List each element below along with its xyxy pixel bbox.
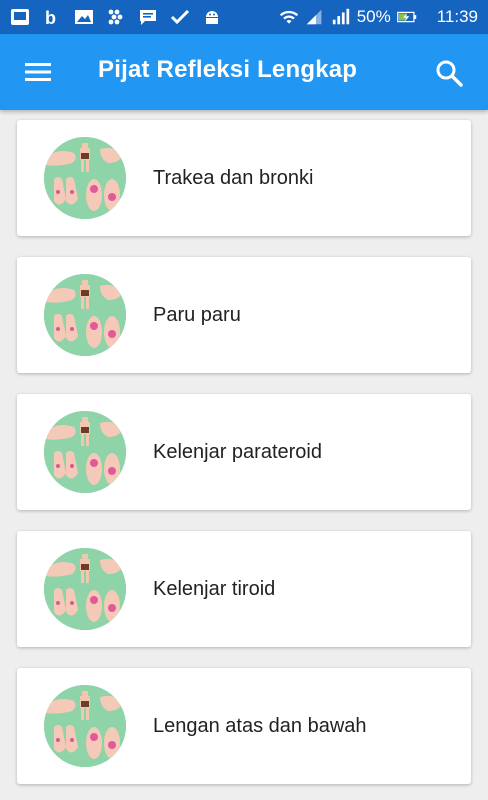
wifi-icon [279, 7, 299, 27]
item-label: Kelenjar tiroid [153, 577, 276, 600]
clock: 11:39 [436, 7, 478, 26]
android-icon [202, 7, 222, 27]
check-icon [170, 7, 190, 27]
hamburger-icon [25, 63, 51, 81]
signal-1-icon [305, 7, 325, 27]
menu-button[interactable] [24, 60, 52, 84]
item-label: Trakea dan bronki [153, 166, 314, 189]
chat-icon [138, 7, 158, 27]
item-thumbnail [44, 548, 126, 630]
bbm-icon [106, 7, 126, 27]
b-icon: b [42, 7, 62, 27]
svg-text:b: b [45, 8, 56, 27]
app-bar: Pijat Refleksi Lengkap [0, 34, 488, 110]
item-label: Paru paru [153, 303, 241, 326]
item-thumbnail [44, 685, 126, 767]
status-bar: b 50% 11:39 [0, 0, 488, 34]
list-item[interactable]: Kelenjar tiroid [17, 531, 471, 647]
list-item[interactable]: Paru paru [17, 257, 471, 373]
battery-charging-icon [396, 7, 417, 27]
list-item[interactable]: Trakea dan bronki [17, 120, 471, 236]
item-thumbnail [44, 137, 126, 219]
screen-icon [10, 7, 30, 27]
list-item[interactable]: Kelenjar parateroid [17, 394, 471, 510]
item-label: Lengan atas dan bawah [153, 714, 367, 737]
search-icon [436, 60, 463, 87]
image-icon [74, 7, 94, 27]
list-item[interactable]: Lengan atas dan bawah [17, 668, 471, 784]
page-title: Pijat Refleksi Lengkap [98, 56, 358, 83]
item-thumbnail [44, 274, 126, 356]
battery-percent: 50% [356, 7, 391, 26]
item-thumbnail [44, 411, 126, 493]
search-button[interactable] [434, 58, 464, 88]
signal-2-icon [331, 7, 351, 27]
item-label: Kelenjar parateroid [153, 440, 322, 463]
